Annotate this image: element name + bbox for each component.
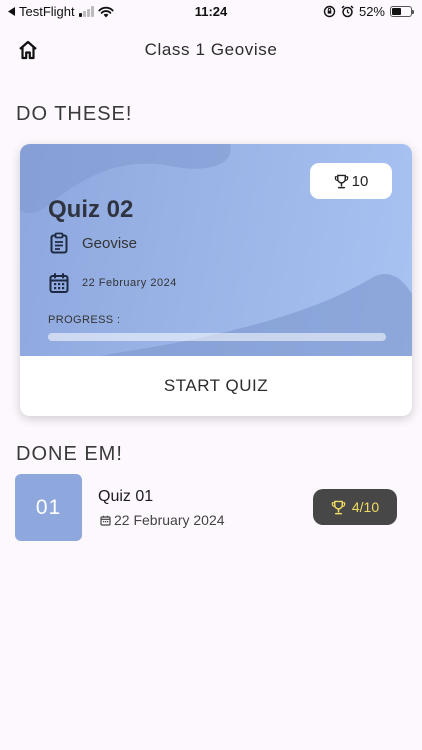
completed-quiz-date: 22 February 2024 (114, 512, 225, 528)
status-back-to-app[interactable]: TestFlight (8, 4, 114, 19)
home-button[interactable] (16, 38, 40, 62)
score-chip: 4/10 (313, 489, 397, 525)
quiz-subject-row: Geovise (48, 232, 137, 254)
progress-label: PROGRESS : (48, 314, 121, 326)
calendar-icon (49, 273, 69, 293)
trophy-icon (331, 500, 346, 514)
cellular-signal-icon (78, 6, 94, 17)
points-chip: 10 (310, 163, 392, 199)
points-value: 10 (351, 172, 369, 190)
back-app-name: TestFlight (19, 4, 75, 19)
alarm-icon (341, 5, 354, 18)
trophy-icon (334, 174, 348, 188)
quiz-subject: Geovise (82, 234, 138, 252)
todo-section-title: DO THESE! (16, 103, 133, 125)
clipboard-icon (50, 232, 68, 254)
battery-icon (390, 6, 414, 17)
battery-percentage: 52% (358, 4, 385, 19)
app-bar: Class 1 Geovise (0, 30, 422, 70)
pending-quiz-card[interactable]: 10 Quiz 02 Geovise 22 February 2024 PROG… (20, 144, 412, 416)
status-bar: TestFlight 11:24 52% (0, 0, 422, 24)
home-icon (19, 40, 37, 60)
wifi-icon (98, 6, 114, 17)
completed-quiz-title: Quiz 01 (98, 488, 154, 505)
completed-quiz-date-row: 22 February 2024 (100, 512, 225, 528)
quiz-title: Quiz 02 (48, 196, 134, 223)
calendar-small-icon (100, 515, 111, 526)
completed-quiz-item[interactable]: 01 Quiz 01 22 February 2024 4/10 (15, 474, 407, 541)
quiz-date-row: 22 February 2024 (48, 272, 177, 294)
quiz-number-badge: 01 (15, 474, 82, 541)
quiz-date: 22 February 2024 (82, 277, 177, 289)
start-quiz-button[interactable]: START QUIZ (20, 356, 412, 416)
back-triangle-icon (8, 7, 15, 16)
orientation-lock-icon (323, 5, 336, 18)
progress-bar (48, 333, 386, 341)
done-section-title: DONE EM! (16, 443, 123, 465)
quiz-card-banner: 10 Quiz 02 Geovise 22 February 2024 PROG… (20, 144, 412, 356)
page-title: Class 1 Geovise (144, 40, 278, 59)
score-value: 4/10 (351, 499, 380, 515)
